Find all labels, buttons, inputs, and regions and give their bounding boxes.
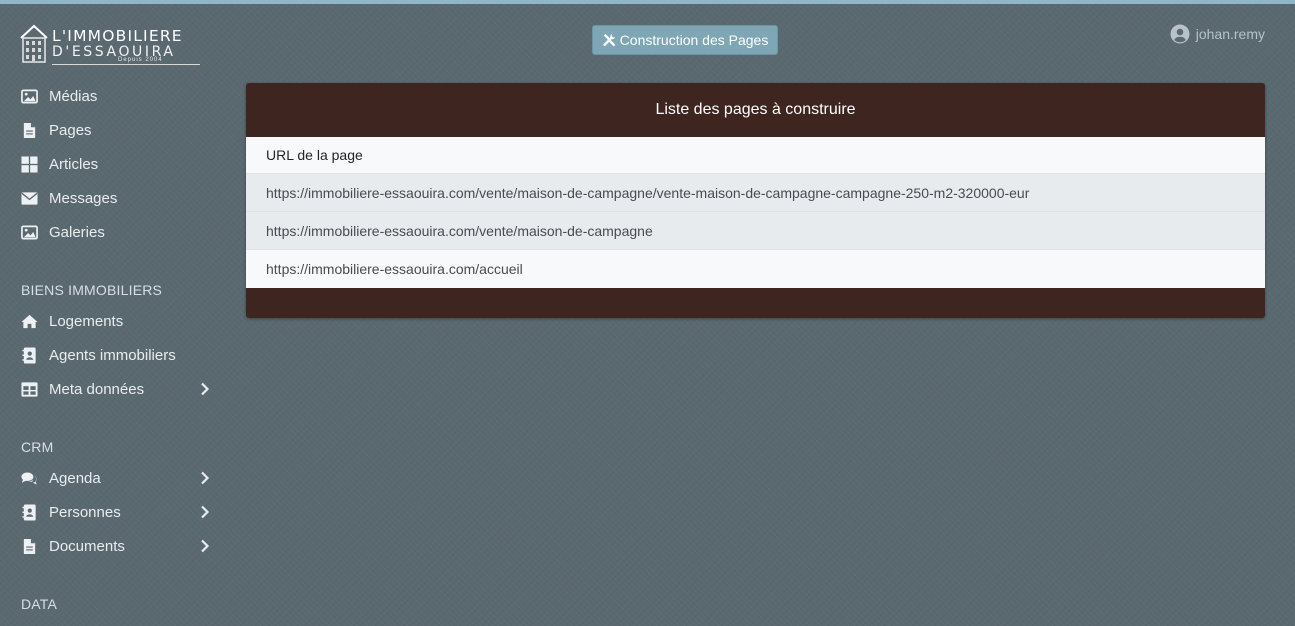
sidebar-item-label: Meta données xyxy=(49,380,145,398)
sidebar-item-articles[interactable]: Articles xyxy=(20,152,215,176)
images-icon xyxy=(20,223,38,241)
sidebar-item-documents[interactable]: Documents xyxy=(20,534,215,558)
table-row[interactable]: https://immobiliere-essaouira.com/vente/… xyxy=(246,174,1265,212)
chevron-right-icon xyxy=(201,505,210,519)
chevron-right-icon xyxy=(201,471,210,485)
user-menu[interactable]: johan.remy xyxy=(1170,24,1265,44)
home-icon xyxy=(20,312,38,330)
construction-pages-label: Construction des Pages xyxy=(619,32,769,48)
image-icon xyxy=(20,87,38,105)
sidebar-item-agents[interactable]: Agents immobiliers xyxy=(20,343,215,367)
section-title-biens: BIENS IMMOBILIERS xyxy=(21,282,163,298)
grid-icon xyxy=(20,155,38,173)
logo-underline xyxy=(52,64,200,65)
logo-text-main: L'IMMOBILIERE xyxy=(52,27,183,45)
top-accent-strip xyxy=(0,0,1295,4)
sidebar-item-label: Galeries xyxy=(49,223,105,241)
column-header-url: URL de la page xyxy=(266,147,363,163)
sidebar-item-logements[interactable]: Logements xyxy=(20,309,215,333)
envelope-icon xyxy=(20,189,38,207)
section-title-data: DATA xyxy=(21,596,58,612)
address-book-icon xyxy=(20,346,38,364)
document-icon xyxy=(20,537,38,555)
sidebar-item-agenda[interactable]: Agenda xyxy=(20,466,215,490)
sidebar-item-label: Médias xyxy=(49,87,98,105)
comments-icon xyxy=(20,469,38,487)
sidebar-item-label: Articles xyxy=(49,155,99,173)
sidebar-item-label: Logements xyxy=(49,312,124,330)
table-row[interactable]: https://immobiliere-essaouira.com/accuei… xyxy=(246,250,1265,288)
sidebar-item-medias[interactable]: Médias xyxy=(20,84,215,108)
page-url: https://immobiliere-essaouira.com/vente/… xyxy=(266,222,653,239)
sidebar-item-galeries[interactable]: Galeries xyxy=(20,220,215,244)
sidebar-item-label: Agents immobiliers xyxy=(49,346,176,364)
table-header: URL de la page xyxy=(246,137,1265,174)
sidebar-item-meta-donnees[interactable]: Meta données xyxy=(20,377,215,401)
sidebar-item-label: Personnes xyxy=(49,503,121,521)
construction-pages-button[interactable]: Construction des Pages xyxy=(592,25,778,55)
table-row[interactable]: https://immobiliere-essaouira.com/vente/… xyxy=(246,212,1265,250)
sidebar-item-label: Pages xyxy=(49,121,92,139)
sidebar-item-pages[interactable]: Pages xyxy=(20,118,215,142)
section-title-crm: CRM xyxy=(21,439,54,455)
site-logo[interactable]: L'IMMOBILIERE D'ESSAOUIRA Depuis 2004 xyxy=(20,24,210,66)
sidebar-item-personnes[interactable]: Personnes xyxy=(20,500,215,524)
panel-title: Liste des pages à construire xyxy=(655,101,856,118)
user-circle-icon xyxy=(1170,24,1190,44)
sidebar-item-label: Messages xyxy=(49,189,118,207)
building-logo-icon xyxy=(20,24,48,63)
sidebar-item-label: Agenda xyxy=(49,469,101,487)
tools-icon xyxy=(603,33,615,47)
chevron-right-icon xyxy=(201,382,210,396)
pages-to-build-panel: Liste des pages à construire URL de la p… xyxy=(246,83,1265,318)
page-url: https://immobiliere-essaouira.com/vente/… xyxy=(266,184,1030,201)
contact-icon xyxy=(20,503,38,521)
sidebar-item-messages[interactable]: Messages xyxy=(20,186,215,210)
username: johan.remy xyxy=(1195,26,1265,42)
logo-text-since: Depuis 2004 xyxy=(118,57,163,63)
page-url: https://immobiliere-essaouira.com/accuei… xyxy=(266,261,523,277)
chevron-right-icon xyxy=(201,539,210,553)
file-icon xyxy=(20,121,38,139)
sidebar-item-label: Documents xyxy=(49,537,125,555)
pages-table: URL de la page https://immobiliere-essao… xyxy=(246,137,1265,288)
table-icon xyxy=(20,380,38,398)
